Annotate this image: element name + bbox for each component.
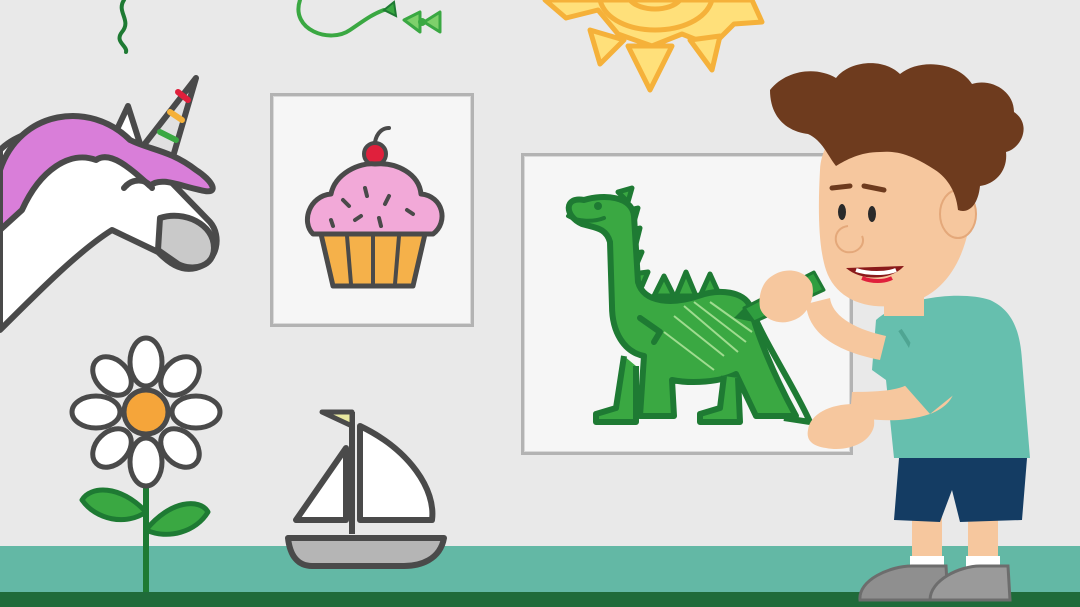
- unicorn-icon: [0, 75, 220, 333]
- sailboat-icon: [285, 409, 447, 569]
- sun-icon: [542, 0, 765, 93]
- drawing-wall-scene: [0, 0, 1080, 607]
- cupcake-picture-frame: [270, 93, 474, 327]
- cupcake-icon: [304, 126, 445, 289]
- dinosaur-icon: [565, 185, 813, 425]
- bow-string-icon: [296, 0, 442, 38]
- streamer-icon: [117, 0, 129, 54]
- dinosaur-picture-frame: [521, 153, 853, 455]
- floor-trim: [0, 592, 1080, 607]
